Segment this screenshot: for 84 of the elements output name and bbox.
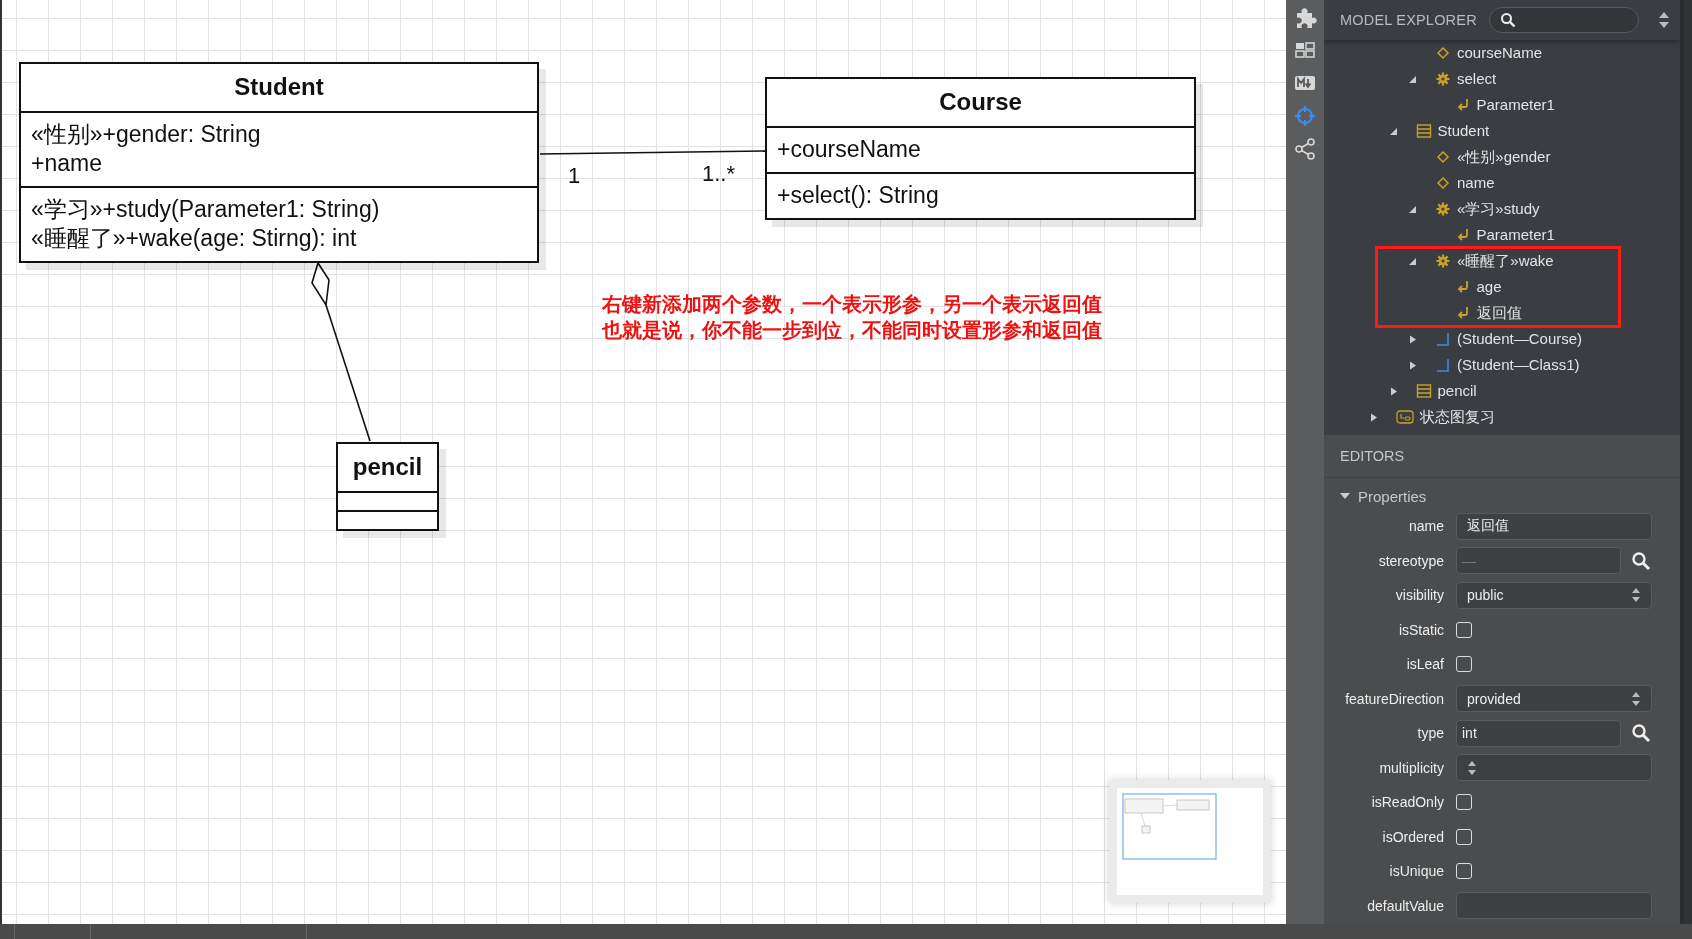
property-label: defaultValue	[1366, 897, 1444, 914]
tree-item[interactable]: Student	[1324, 118, 1680, 144]
class-icon	[1415, 383, 1432, 399]
expanded-toggle-icon[interactable]	[1388, 126, 1398, 136]
attribute-text: +courseName	[777, 135, 922, 164]
annotation-text: 也就是说，你不能一步到位，不能同时设置形参和返回值	[602, 318, 1102, 344]
tree-item[interactable]: «睡醒了»wake	[1377, 248, 1619, 274]
tree-item[interactable]: «性别»gender	[1324, 144, 1680, 170]
collapsed-toggle-icon[interactable]	[1369, 412, 1378, 422]
expanded-toggle-icon[interactable]	[1340, 491, 1350, 501]
property-label: isLeaf	[1405, 656, 1444, 673]
dropdown[interactable]: public	[1456, 581, 1652, 609]
property-label: stereotype	[1377, 552, 1444, 569]
attribute-text: «性别»+gender: String	[31, 120, 262, 149]
panel-title: MODEL EXPLORER	[1340, 12, 1477, 28]
attribute-text: +name	[31, 149, 103, 178]
checkbox[interactable]	[1456, 828, 1472, 845]
tree-item[interactable]: 返回值	[1377, 300, 1619, 326]
checkbox[interactable]	[1456, 863, 1472, 880]
collapsed-toggle-icon[interactable]	[1408, 334, 1417, 344]
property-label: isOrdered	[1381, 828, 1444, 845]
updown-arrows-icon	[1467, 759, 1477, 776]
class-name: Course	[938, 87, 1023, 117]
operation-text: +select(): String	[777, 181, 940, 210]
attribute-icon	[1435, 45, 1451, 61]
tree-item[interactable]: (Student—Course)	[1324, 326, 1680, 352]
attribute-icon	[1435, 175, 1451, 191]
class-name: pencil	[351, 452, 424, 482]
updown-arrows-icon	[1631, 587, 1641, 604]
annotation-text: 右键新添加两个参数，一个表示形参，另一个表示返回值	[602, 292, 1102, 318]
search-icon[interactable]	[1631, 723, 1651, 744]
expanded-toggle-icon[interactable]	[1408, 256, 1417, 266]
association-icon	[1435, 331, 1451, 347]
tree-item[interactable]: name	[1324, 170, 1680, 196]
panel-title: EDITORS	[1340, 448, 1405, 464]
tree-item[interactable]: Parameter1	[1324, 92, 1680, 118]
property-label: type	[1416, 725, 1444, 742]
collapsed-toggle-icon[interactable]	[1388, 386, 1398, 396]
property-label: isStatic	[1397, 621, 1444, 638]
sort-arrows-icon[interactable]	[1656, 11, 1671, 29]
property-label: visibility	[1394, 587, 1444, 604]
operation-text: «学习»+study(Parameter1: String)	[31, 195, 381, 224]
checkbox[interactable]	[1456, 621, 1472, 638]
property-label: name	[1407, 518, 1444, 535]
search-field[interactable]	[1488, 7, 1639, 33]
gear-icon	[1435, 253, 1451, 269]
checkbox[interactable]	[1456, 794, 1472, 811]
tree-item[interactable]: Parameter1	[1324, 222, 1680, 248]
input-field[interactable]: 返回值	[1456, 512, 1652, 540]
gear-icon	[1435, 201, 1451, 217]
class-icon	[1415, 123, 1432, 139]
gear-icon	[1435, 71, 1451, 87]
association-icon	[1435, 357, 1451, 373]
statechart-icon	[1396, 409, 1414, 425]
property-label: isReadOnly	[1370, 794, 1444, 811]
tree-item[interactable]: courseName	[1324, 40, 1680, 66]
scrollbar[interactable]	[1680, 0, 1692, 924]
search-icon[interactable]	[1499, 12, 1516, 28]
input-field[interactable]: —	[1456, 547, 1621, 575]
section-header[interactable]: Properties	[1340, 486, 1440, 506]
collapsed-toggle-icon[interactable]	[1408, 360, 1417, 370]
class-name: Student	[233, 72, 325, 102]
expanded-toggle-icon[interactable]	[1408, 204, 1417, 214]
tree-item[interactable]: age	[1377, 274, 1619, 300]
dropdown[interactable]: provided	[1456, 685, 1652, 713]
expanded-toggle-icon[interactable]	[1408, 74, 1417, 84]
share-icon[interactable]	[1293, 137, 1317, 161]
tree-item[interactable]: select	[1324, 66, 1680, 92]
property-label: featureDirection	[1344, 690, 1444, 707]
tree-item[interactable]: pencil	[1324, 378, 1680, 404]
property-label: isUnique	[1388, 863, 1444, 880]
property-label: multiplicity	[1378, 759, 1444, 776]
search-icon[interactable]	[1631, 550, 1651, 571]
checkbox[interactable]	[1456, 656, 1472, 673]
multiplicity-label: 1	[568, 163, 581, 189]
input-field[interactable]	[1456, 892, 1652, 920]
attribute-icon	[1435, 149, 1451, 165]
updown-arrows-icon	[1631, 690, 1641, 707]
multiplicity-label: 1..*	[702, 161, 736, 187]
tree-item[interactable]: «学习»study	[1324, 196, 1680, 222]
input-field[interactable]: int	[1456, 719, 1621, 747]
tree-item[interactable]: (Student—Class1)	[1324, 352, 1680, 378]
operation-text: «睡醒了»+wake(age: Stirng): int	[31, 224, 358, 253]
tree-item[interactable]: 状态图复习	[1324, 404, 1680, 430]
